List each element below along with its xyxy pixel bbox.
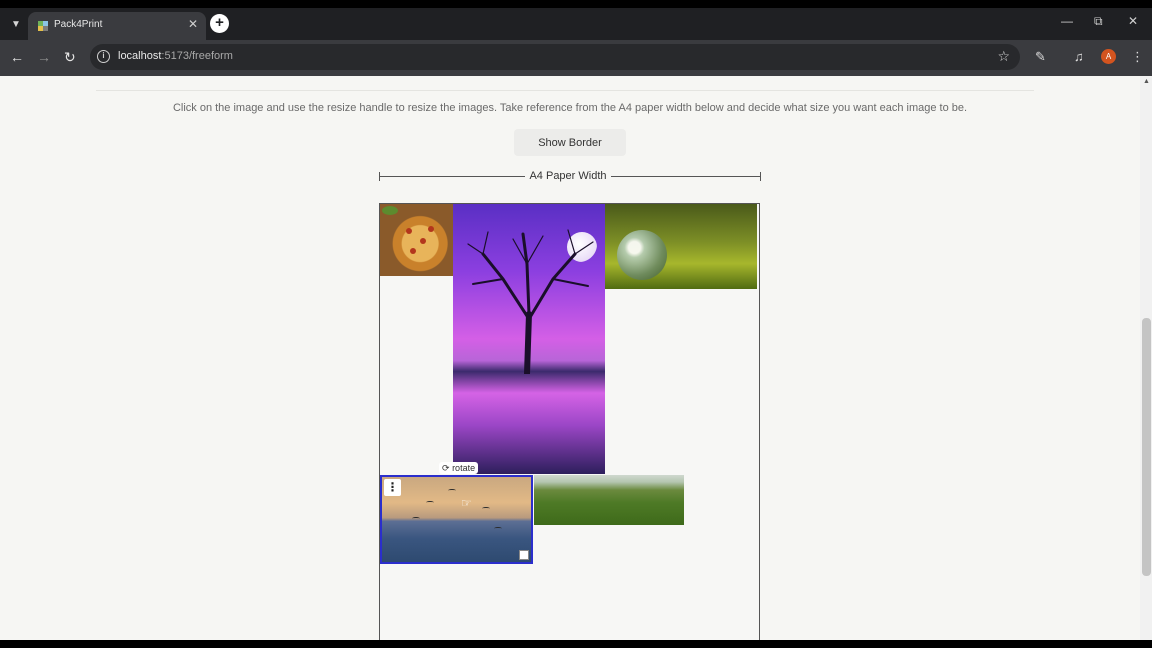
divider: [96, 90, 1034, 91]
image-pizza[interactable]: [380, 204, 453, 276]
rotate-label: rotate: [452, 463, 476, 473]
rotate-button[interactable]: ⟳ rotate: [439, 462, 479, 474]
a4-width-ruler: A4 Paper Width: [379, 170, 761, 184]
new-tab-icon[interactable]: +: [210, 14, 229, 33]
minimize-icon[interactable]: —: [1061, 14, 1073, 28]
ruler-label: A4 Paper Width: [529, 170, 607, 182]
star-icon[interactable]: ☆: [997, 48, 1010, 65]
extensions-icon[interactable]: ✎: [1035, 49, 1046, 65]
show-border-button[interactable]: Show Border: [514, 129, 626, 156]
scroll-up-icon[interactable]: ▲: [1143, 78, 1150, 85]
forward-icon[interactable]: →: [37, 49, 51, 65]
url-host: localhost: [118, 50, 162, 62]
instructions-text: Click on the image and use the resize ha…: [172, 102, 968, 114]
browser-window: ▼ Pack4Print ✕ + — ⧉ ✕ ← → ↻ i localhost…: [0, 8, 1152, 640]
page-content: Click on the image and use the resize ha…: [0, 76, 1140, 640]
back-icon[interactable]: ←: [10, 49, 24, 65]
media-icon[interactable]: ♫: [1074, 49, 1084, 64]
avatar[interactable]: A: [1101, 49, 1116, 64]
rotate-icon: ⟳: [442, 463, 450, 473]
scroll-thumb[interactable]: [1142, 318, 1151, 576]
close-icon[interactable]: ✕: [188, 17, 198, 31]
image-crystal-globe[interactable]: [605, 204, 757, 289]
window-close-icon[interactable]: ✕: [1128, 14, 1138, 28]
site-info-icon[interactable]: i: [97, 50, 110, 63]
tab-list-icon[interactable]: ▼: [6, 14, 26, 34]
browser-menu-icon[interactable]: ⋮: [1131, 49, 1144, 65]
tab-strip: ▼ Pack4Print ✕ + — ⧉ ✕: [0, 8, 1152, 40]
hand-cursor-icon: ☞: [461, 496, 472, 510]
a4-paper-canvas: ⟳ rotate ⋮ ☞: [379, 203, 760, 640]
image-green-hills[interactable]: [534, 475, 684, 525]
tab-active[interactable]: Pack4Print ✕: [28, 12, 206, 40]
favicon-icon: [38, 21, 48, 31]
image-birds-ocean-selected[interactable]: ⋮ ☞: [380, 475, 533, 564]
url-text[interactable]: localhost:5173/freeform: [118, 50, 233, 62]
browser-toolbar: ← → ↻ i localhost:5173/freeform ☆ ✎ ♫ A …: [0, 40, 1152, 76]
kebab-menu-icon[interactable]: ⋮: [384, 479, 401, 496]
tab-title: Pack4Print: [54, 19, 103, 30]
reload-icon[interactable]: ↻: [64, 49, 76, 66]
url-path: :5173/freeform: [161, 50, 233, 62]
resize-handle-icon[interactable]: [519, 550, 529, 560]
address-bar[interactable]: i localhost:5173/freeform ☆: [90, 44, 1020, 70]
restore-icon[interactable]: ⧉: [1094, 14, 1103, 29]
image-purple-tree[interactable]: [453, 204, 605, 474]
page-scrollbar[interactable]: ▲: [1140, 76, 1152, 640]
